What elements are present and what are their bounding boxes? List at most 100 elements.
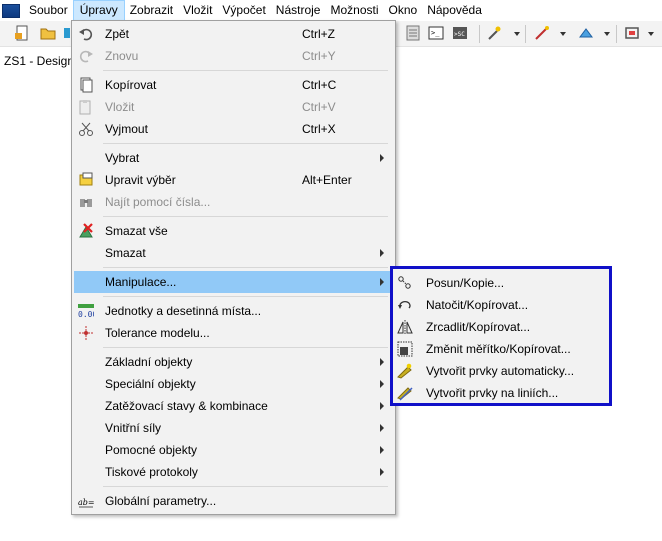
scale-copy-icon (397, 341, 413, 357)
mirror-copy-label: Zrcadlit/Kopírovat... (426, 320, 531, 334)
submenu-item-auto-create[interactable]: Vytvořit prvky automaticky... (394, 360, 608, 382)
menu-item-find-by-number[interactable]: Najít pomocí čísla... (74, 191, 393, 213)
menu-item-copy[interactable]: Kopírovat Ctrl+C (74, 74, 393, 96)
menu-soubor[interactable]: Soubor (24, 0, 73, 21)
submenu-arrow-icon (380, 249, 384, 257)
menu-item-redo[interactable]: Znovu Ctrl+Y (74, 45, 393, 67)
open-folder-icon[interactable] (40, 25, 56, 41)
move-copy-label: Posun/Kopie... (426, 276, 505, 290)
rotate-copy-icon (397, 297, 413, 313)
special-objects-label: Speciální objekty (105, 377, 196, 391)
menu-bar: Soubor Úpravy Zobrazit Vložit Výpočet Ná… (0, 0, 662, 21)
copy-label: Kopírovat (105, 78, 157, 92)
wand-icon[interactable] (486, 25, 502, 41)
menu-item-delete-all[interactable]: Smazat vše (74, 220, 393, 242)
toolbar-separator (525, 25, 526, 43)
menu-separator (103, 143, 388, 144)
menu-napoveda[interactable]: Nápověda (422, 0, 487, 21)
svg-text:0.00: 0.00 (78, 310, 94, 319)
menu-moznosti[interactable]: Možnosti (325, 0, 383, 21)
submenu-arrow-icon (380, 278, 384, 286)
paste-shortcut: Ctrl+V (302, 100, 336, 114)
menu-vlozit[interactable]: Vložit (178, 0, 217, 21)
find-by-number-label: Najít pomocí čísla... (105, 195, 211, 209)
tolerance-label: Tolerance modelu... (105, 326, 210, 340)
global-parameters-icon: ab= (78, 493, 95, 509)
submenu-arrow-icon (380, 446, 384, 454)
document-title: ZS1 - Design (4, 54, 75, 68)
menu-item-undo[interactable]: Zpět Ctrl+Z (74, 23, 393, 45)
menu-item-helper-objects[interactable]: Pomocné objekty (74, 439, 393, 461)
svg-text:>_: >_ (431, 29, 440, 37)
basic-objects-label: Základní objekty (105, 355, 193, 369)
chevron-down-icon[interactable] (648, 32, 654, 36)
app-icon[interactable] (2, 3, 20, 18)
surface-tool-icon[interactable] (578, 25, 594, 41)
report-icon[interactable] (405, 25, 421, 41)
delete-label: Smazat (105, 246, 146, 260)
menu-item-print-reports[interactable]: Tiskové protokoly (74, 461, 393, 483)
paste-icon (78, 99, 94, 115)
menu-item-paste[interactable]: Vložit Ctrl+V (74, 96, 393, 118)
mirror-copy-icon (397, 319, 413, 335)
chevron-down-icon[interactable] (514, 32, 520, 36)
script-icon[interactable]: >SC (452, 25, 468, 41)
menu-nastroje[interactable]: Nástroje (271, 0, 326, 21)
menu-item-select[interactable]: Vybrat (74, 147, 393, 169)
console-icon[interactable]: >_ (428, 25, 444, 41)
menu-item-load-cases[interactable]: Zatěžovací stavy & kombinace (74, 395, 393, 417)
print-reports-label: Tiskové protokoly (105, 465, 198, 479)
new-file-icon[interactable] (14, 25, 30, 41)
menu-item-tolerance[interactable]: Tolerance modelu... (74, 322, 393, 344)
menu-item-special-objects[interactable]: Speciální objekty (74, 373, 393, 395)
menu-okno[interactable]: Okno (384, 0, 423, 21)
chevron-down-icon[interactable] (560, 32, 566, 36)
menu-vypocet[interactable]: Výpočet (217, 0, 270, 21)
create-on-lines-label: Vytvořit prvky na liniích... (426, 386, 559, 400)
submenu-item-mirror-copy[interactable]: Zrcadlit/Kopírovat... (394, 316, 608, 338)
menu-item-edit-selection[interactable]: Upravit výběr Alt+Enter (74, 169, 393, 191)
submenu-item-move-copy[interactable]: Posun/Kopie... (394, 272, 608, 294)
auto-create-icon (397, 363, 413, 379)
helper-objects-label: Pomocné objekty (105, 443, 198, 457)
menu-item-internal-forces[interactable]: Vnitřní síly (74, 417, 393, 439)
submenu-arrow-icon (380, 358, 384, 366)
copy-icon (78, 77, 94, 93)
menu-item-basic-objects[interactable]: Základní objekty (74, 351, 393, 373)
submenu-item-scale-copy[interactable]: Změnit měřítko/Kopírovat... (394, 338, 608, 360)
cut-label: Vyjmout (105, 122, 148, 136)
cut-shortcut: Ctrl+X (302, 122, 336, 136)
submenu-item-create-on-lines[interactable]: Vytvořit prvky na liniích... (394, 382, 608, 404)
menu-zobrazit[interactable]: Zobrazit (125, 0, 178, 21)
create-on-lines-icon (397, 385, 413, 401)
redo-label: Znovu (105, 49, 139, 63)
submenu-item-rotate-copy[interactable]: Natočit/Kopírovat... (394, 294, 608, 316)
toolbar-separator (616, 25, 617, 43)
svg-text:ab=: ab= (78, 498, 94, 507)
frame-tool-icon[interactable] (624, 25, 640, 41)
manipulate-label: Manipulace... (105, 275, 177, 289)
menu-item-cut[interactable]: Vyjmout Ctrl+X (74, 118, 393, 140)
tolerance-icon (78, 325, 94, 341)
paste-label: Vložit (105, 100, 135, 114)
chevron-down-icon[interactable] (604, 32, 610, 36)
menu-item-delete[interactable]: Smazat (74, 242, 393, 264)
delete-all-icon (78, 223, 94, 239)
delete-all-label: Smazat vše (105, 224, 168, 238)
scissors-icon (78, 121, 94, 137)
menu-item-manipulate[interactable]: Manipulace... (74, 271, 393, 293)
submenu-arrow-icon (380, 402, 384, 410)
edit-selection-shortcut: Alt+Enter (302, 173, 352, 187)
rotate-copy-label: Natočit/Kopírovat... (426, 298, 529, 312)
svg-text:>SC: >SC (454, 31, 465, 38)
submenu-arrow-icon (380, 154, 384, 162)
submenu-arrow-icon (380, 380, 384, 388)
undo-shortcut: Ctrl+Z (302, 27, 335, 41)
copy-shortcut: Ctrl+C (302, 78, 337, 92)
menu-separator (103, 70, 388, 71)
menu-item-units[interactable]: 0.00 Jednotky a desetinná místa... (74, 300, 393, 322)
menu-item-global-params[interactable]: ab= Globální parametry... (74, 490, 393, 512)
line-tool-icon[interactable] (534, 25, 550, 41)
edit-selection-icon (78, 172, 94, 188)
menu-upravy[interactable]: Úpravy (72, 0, 125, 21)
